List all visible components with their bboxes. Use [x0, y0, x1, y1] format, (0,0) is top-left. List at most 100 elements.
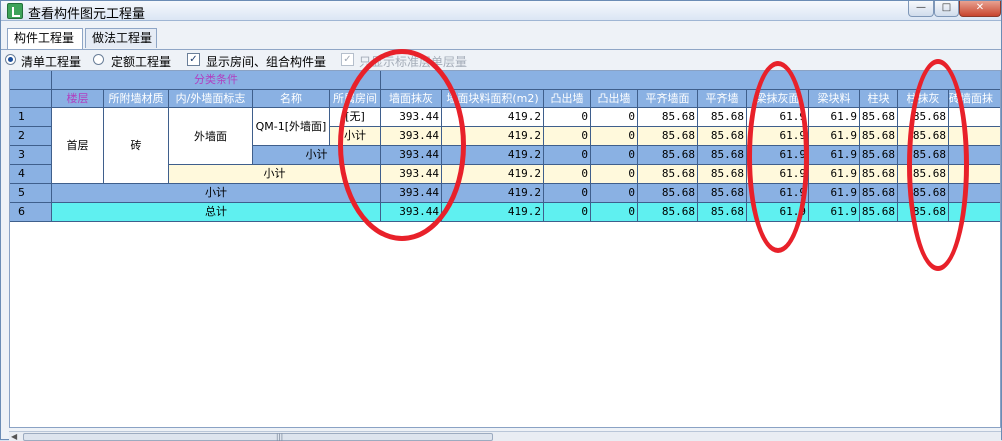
value-cell-protruding-wall-2[interactable]: 0: [591, 127, 638, 146]
cell-face-exterior[interactable]: 外墙面: [169, 108, 253, 165]
value-cell-beam-plaster[interactable]: 61.9: [747, 165, 809, 184]
row-number[interactable]: 6: [10, 203, 52, 222]
value-cell-flush-wall[interactable]: 85.68: [698, 165, 747, 184]
value-cell-brick-wall-plaster[interactable]: [949, 146, 1000, 165]
value-cell-beam-tile[interactable]: 61.9: [809, 165, 860, 184]
value-cell-wall-plaster[interactable]: 393.44: [381, 108, 442, 127]
tab-method-quantity[interactable]: 做法工程量: [85, 28, 157, 48]
header-flush-wall-face[interactable]: 平齐墙面: [638, 90, 698, 108]
header-face-flag[interactable]: 内/外墙面标志: [169, 90, 253, 108]
value-cell-column-plaster[interactable]: 85.68: [898, 165, 949, 184]
value-cell-flush-wall[interactable]: 85.68: [698, 146, 747, 165]
value-cell-brick-wall-plaster[interactable]: [949, 184, 1000, 203]
value-cell-column-block[interactable]: 85.68: [860, 108, 898, 127]
value-cell-flush-wall-face[interactable]: 85.68: [638, 184, 698, 203]
value-cell-flush-wall[interactable]: 85.68: [698, 203, 747, 222]
value-cell-column-plaster[interactable]: 85.68: [898, 203, 949, 222]
value-cell-brick-wall-plaster[interactable]: [949, 108, 1000, 127]
value-cell-column-block[interactable]: 85.68: [860, 146, 898, 165]
value-cell-protruding-wall-1[interactable]: 0: [544, 108, 591, 127]
value-cell-wall-plaster[interactable]: 393.44: [381, 146, 442, 165]
value-cell-wall-plaster[interactable]: 393.44: [381, 203, 442, 222]
minimize-button[interactable]: —: [908, 1, 934, 17]
value-cell-flush-wall[interactable]: 85.68: [698, 108, 747, 127]
value-cell-beam-plaster[interactable]: 61.9: [747, 184, 809, 203]
value-cell-wall-tile-area[interactable]: 419.2: [442, 165, 544, 184]
quantity-table[interactable]: 分类条件 楼层 所附墙材质 内/外墙面标志 名称 所属房间 墙面抹灰 墙面块料面…: [9, 70, 1001, 428]
header-protruding-wall-2[interactable]: 凸出墙: [591, 90, 638, 108]
value-cell-protruding-wall-1[interactable]: 0: [544, 184, 591, 203]
header-brick-wall-plaster[interactable]: 砖墙面抹: [949, 90, 1000, 108]
value-cell-column-block[interactable]: 85.68: [860, 165, 898, 184]
cell-room-subtotal[interactable]: 小计: [330, 127, 381, 146]
value-cell-column-plaster[interactable]: 85.68: [898, 184, 949, 203]
value-cell-protruding-wall-1[interactable]: 0: [544, 127, 591, 146]
tab-component-quantity[interactable]: 构件工程量: [7, 28, 83, 49]
radio-quota-quantity[interactable]: [93, 54, 104, 65]
value-cell-brick-wall-plaster[interactable]: [949, 165, 1000, 184]
value-cell-column-plaster[interactable]: 85.68: [898, 127, 949, 146]
value-cell-protruding-wall-1[interactable]: 0: [544, 203, 591, 222]
row-number[interactable]: 1: [10, 108, 52, 127]
radio-bill-quantity[interactable]: [5, 54, 16, 65]
header-wall-material[interactable]: 所附墙材质: [104, 90, 169, 108]
cell-floor-subtotal[interactable]: 小计: [52, 184, 381, 203]
show-rooms-checkbox[interactable]: ✓: [187, 53, 200, 66]
value-cell-flush-wall[interactable]: 85.68: [698, 127, 747, 146]
value-cell-beam-plaster[interactable]: 61.9: [747, 127, 809, 146]
value-cell-wall-plaster[interactable]: 393.44: [381, 184, 442, 203]
value-cell-flush-wall-face[interactable]: 85.68: [638, 146, 698, 165]
value-cell-wall-tile-area[interactable]: 419.2: [442, 146, 544, 165]
header-column-block[interactable]: 柱块: [860, 90, 898, 108]
header-flush-wall[interactable]: 平齐墙: [698, 90, 747, 108]
value-cell-wall-plaster[interactable]: 393.44: [381, 165, 442, 184]
value-cell-beam-tile[interactable]: 61.9: [809, 127, 860, 146]
cell-face-subtotal[interactable]: 小计: [169, 165, 381, 184]
value-cell-flush-wall-face[interactable]: 85.68: [638, 127, 698, 146]
maximize-button[interactable]: □: [934, 1, 959, 17]
header-wall-plaster[interactable]: 墙面抹灰: [381, 90, 442, 108]
row-number[interactable]: 2: [10, 127, 52, 146]
cell-name-subtotal[interactable]: 小计: [253, 146, 381, 165]
show-rooms-label[interactable]: 显示房间、组合构件量: [206, 53, 326, 70]
header-beam-tile[interactable]: 梁块料: [809, 90, 860, 108]
value-cell-protruding-wall-1[interactable]: 0: [544, 146, 591, 165]
value-cell-wall-tile-area[interactable]: 419.2: [442, 108, 544, 127]
radio-bill-label[interactable]: 清单工程量: [21, 53, 81, 70]
value-cell-beam-tile[interactable]: 61.9: [809, 108, 860, 127]
header-beam-plaster[interactable]: 梁抹灰面: [747, 90, 809, 108]
header-room[interactable]: 所属房间: [330, 90, 381, 108]
value-cell-beam-tile[interactable]: 61.9: [809, 184, 860, 203]
value-cell-beam-tile[interactable]: 61.9: [809, 146, 860, 165]
value-cell-column-block[interactable]: 85.68: [860, 184, 898, 203]
header-column-plaster[interactable]: 柱抹灰: [898, 90, 949, 108]
title-bar[interactable]: 查看构件图元工程量 — □ ✕: [1, 1, 1001, 22]
header-protruding-wall-1[interactable]: 凸出墙: [544, 90, 591, 108]
cell-grand-total[interactable]: 总计: [52, 203, 381, 222]
cell-floor-ground[interactable]: 首层: [52, 108, 104, 184]
value-cell-brick-wall-plaster[interactable]: [949, 203, 1000, 222]
value-cell-protruding-wall-2[interactable]: 0: [591, 203, 638, 222]
value-cell-column-block[interactable]: 85.68: [860, 127, 898, 146]
value-cell-column-plaster[interactable]: 85.68: [898, 146, 949, 165]
value-cell-protruding-wall-2[interactable]: 0: [591, 165, 638, 184]
header-name[interactable]: 名称: [253, 90, 330, 108]
value-cell-wall-tile-area[interactable]: 419.2: [442, 184, 544, 203]
value-cell-brick-wall-plaster[interactable]: [949, 127, 1000, 146]
radio-quota-label[interactable]: 定额工程量: [111, 53, 171, 70]
row-number[interactable]: 4: [10, 165, 52, 184]
cell-material-brick[interactable]: 砖: [104, 108, 169, 184]
value-cell-column-block[interactable]: 85.68: [860, 203, 898, 222]
value-cell-protruding-wall-1[interactable]: 0: [544, 165, 591, 184]
value-cell-beam-plaster[interactable]: 61.9: [747, 146, 809, 165]
value-cell-protruding-wall-2[interactable]: 0: [591, 184, 638, 203]
value-cell-flush-wall-face[interactable]: 85.68: [638, 203, 698, 222]
value-cell-flush-wall-face[interactable]: 85.68: [638, 108, 698, 127]
value-cell-wall-tile-area[interactable]: 419.2: [442, 203, 544, 222]
value-cell-beam-tile[interactable]: 61.9: [809, 203, 860, 222]
value-cell-beam-plaster[interactable]: 61.9: [747, 108, 809, 127]
value-cell-flush-wall[interactable]: 85.68: [698, 184, 747, 203]
value-cell-protruding-wall-2[interactable]: 0: [591, 146, 638, 165]
value-cell-flush-wall-face[interactable]: 85.68: [638, 165, 698, 184]
value-cell-column-plaster[interactable]: 85.68: [898, 108, 949, 127]
